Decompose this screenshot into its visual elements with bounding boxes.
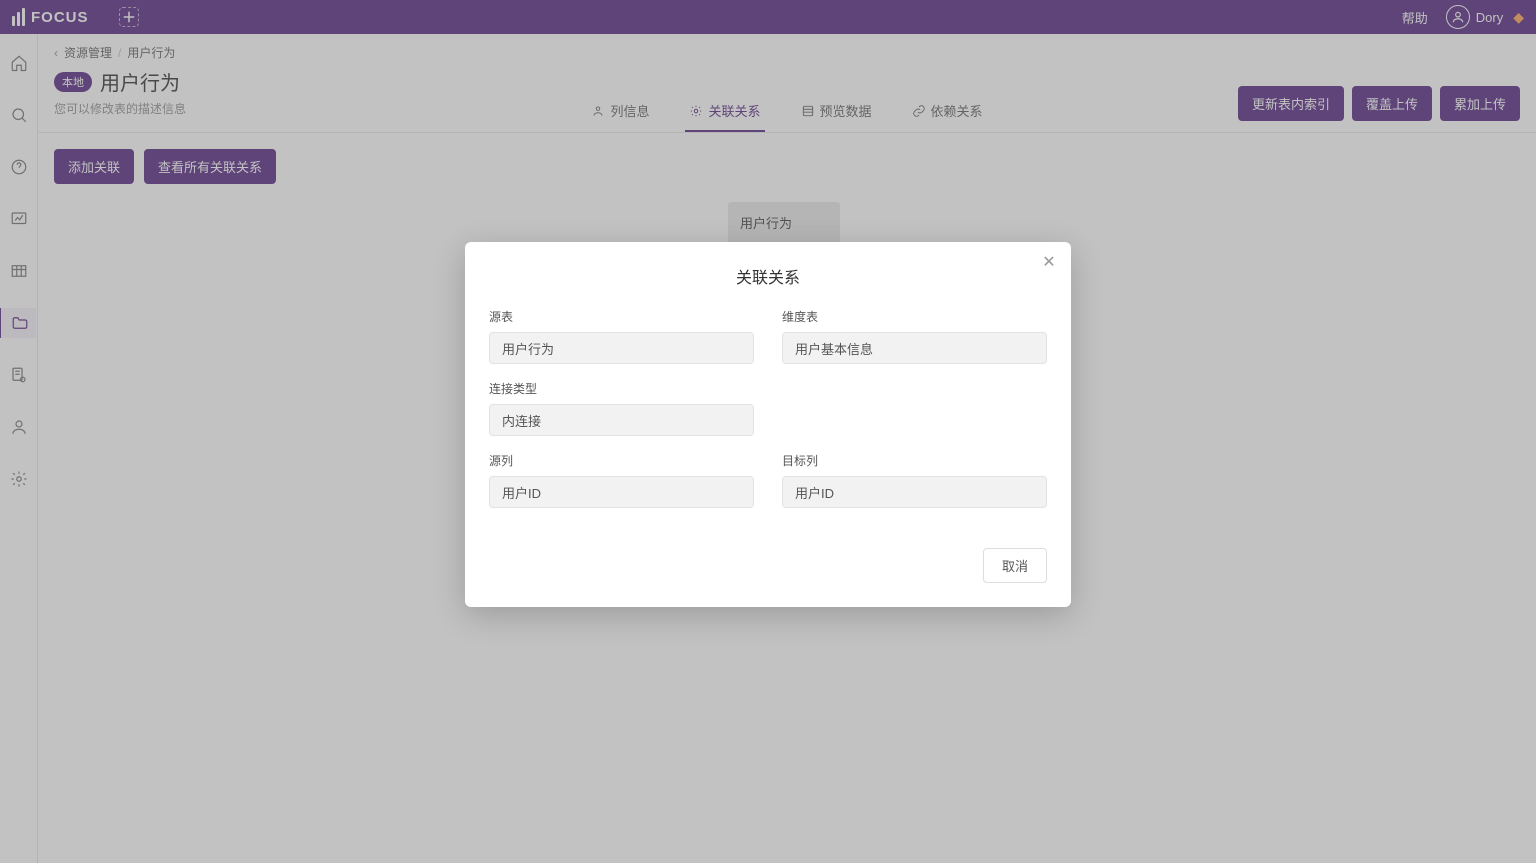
select-source-col[interactable]: 用户ID	[489, 476, 754, 508]
label-join-type: 连接类型	[489, 380, 754, 397]
label-dim-table: 维度表	[782, 308, 1047, 325]
label-source-table: 源表	[489, 308, 754, 325]
select-dim-table[interactable]: 用户基本信息	[782, 332, 1047, 364]
select-target-col[interactable]: 用户ID	[782, 476, 1047, 508]
cancel-button[interactable]: 取消	[983, 548, 1047, 583]
field-source-col: 源列 用户ID	[489, 452, 754, 508]
select-join-type[interactable]: 内连接	[489, 404, 754, 436]
field-target-col: 目标列 用户ID	[782, 452, 1047, 508]
modal-title: 关联关系	[489, 264, 1047, 288]
select-source-table[interactable]: 用户行为	[489, 332, 754, 364]
field-source-table: 源表 用户行为	[489, 308, 754, 364]
label-source-col: 源列	[489, 452, 754, 469]
relation-modal: ✕ 关联关系 源表 用户行为 维度表 用户基本信息 连接类型 内连接 源列 用户…	[465, 242, 1071, 607]
label-target-col: 目标列	[782, 452, 1047, 469]
close-icon[interactable]: ✕	[1039, 252, 1059, 272]
field-dim-table: 维度表 用户基本信息	[782, 308, 1047, 364]
field-join-type: 连接类型 内连接	[489, 380, 754, 436]
